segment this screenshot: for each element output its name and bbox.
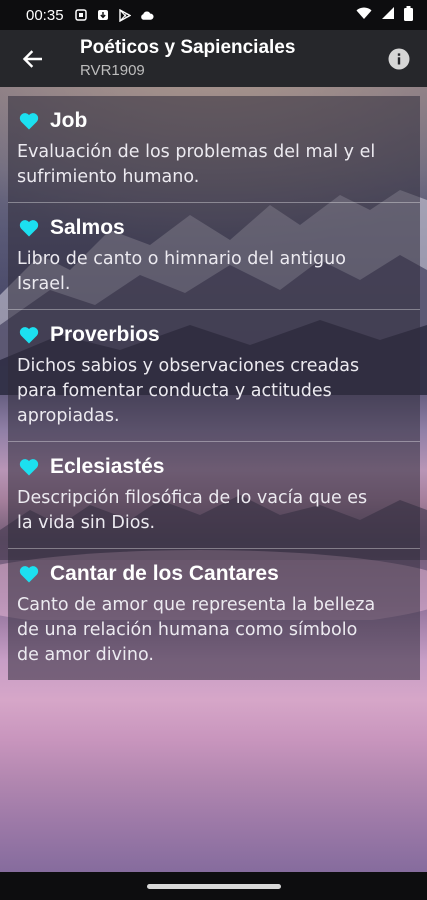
book-header: Eclesiastés [17, 452, 410, 482]
book-header: Salmos [17, 213, 410, 243]
book-list-item[interactable]: Salmos Libro de canto o himnario del anti… [8, 203, 420, 310]
info-icon [388, 48, 410, 69]
home-gesture-pill[interactable] [146, 883, 281, 889]
book-description-line: la vida sin Dios. [17, 513, 156, 533]
arrow-left-icon [22, 49, 42, 68]
signal-icon [381, 6, 395, 24]
heart-icon[interactable] [19, 219, 39, 237]
book-description: Libro de canto o himnario del antiguo Isr… [17, 247, 410, 297]
book-description-line: Descripción filosófica de lo vacía que e… [17, 488, 368, 508]
book-description-line: de una relación humana como símbolo [17, 620, 358, 640]
navigation-bar [0, 872, 427, 900]
version-subtitle: RVR1909 [80, 62, 145, 79]
status-time: 00:35 [26, 6, 64, 24]
download-icon [96, 8, 110, 22]
book-description-line: sufrimiento humano. [17, 167, 200, 187]
status-bar: 00:35 [0, 0, 427, 30]
book-header: Job [17, 106, 410, 136]
book-description-line: Evaluación de los problemas del mal y el [17, 142, 376, 162]
book-name: Cantar de los Cantares [50, 562, 279, 585]
app-bar: Poéticos y Sapienciales RVR1909 [0, 30, 427, 87]
heart-icon[interactable] [19, 565, 39, 583]
heart-icon[interactable] [19, 326, 39, 344]
book-name: Job [50, 109, 88, 132]
book-name: Salmos [50, 216, 125, 239]
heart-icon[interactable] [19, 458, 39, 476]
heart-icon[interactable] [19, 112, 39, 130]
book-description: Evaluación de los problemas del mal y el… [17, 140, 410, 190]
book-description: Canto de amor que representa la belleza d… [17, 593, 410, 668]
book-list-item[interactable]: Job Evaluación de los problemas del mal y… [8, 96, 420, 203]
book-name: Eclesiastés [50, 455, 165, 478]
book-name: Proverbios [50, 323, 160, 346]
book-description-line: para fomentar conducta y actitudes [17, 381, 332, 401]
info-button[interactable] [375, 30, 423, 87]
notification-icon [74, 8, 88, 22]
book-description-line: Canto de amor que representa la belleza [17, 595, 376, 615]
wifi-icon [356, 7, 372, 24]
battery-icon [404, 5, 413, 25]
book-list-item[interactable]: Cantar de los Cantares Canto de amor que … [8, 549, 420, 680]
book-description-line: Dichos sabios y observaciones creadas [17, 356, 360, 376]
book-description-line: de amor divino. [17, 645, 154, 665]
book-header: Proverbios [17, 320, 410, 350]
book-description: Descripción filosófica de lo vacía que e… [17, 486, 410, 536]
back-button[interactable] [4, 30, 60, 87]
book-description-line: Israel. [17, 274, 71, 294]
book-description-line: apropiadas. [17, 406, 120, 426]
book-description-line: Libro de canto o himnario del antiguo [17, 249, 346, 269]
book-list: Job Evaluación de los problemas del mal y… [8, 96, 420, 680]
play-store-icon [118, 8, 132, 22]
cloud-icon [140, 8, 154, 22]
book-header: Cantar de los Cantares [17, 559, 410, 589]
book-description: Dichos sabios y observaciones creadas par… [17, 354, 410, 429]
page-title: Poéticos y Sapienciales [80, 37, 296, 58]
book-list-item[interactable]: Proverbios Dichos sabios y observaciones … [8, 310, 420, 442]
book-list-item[interactable]: Eclesiastés Descripción filosófica de lo … [8, 442, 420, 549]
